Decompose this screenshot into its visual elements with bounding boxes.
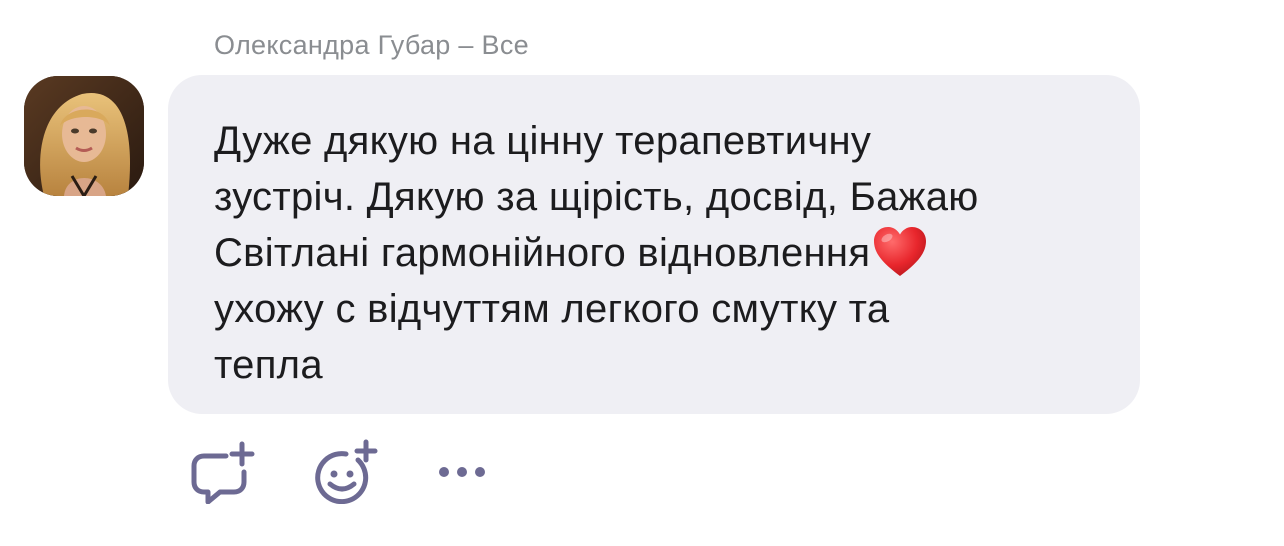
message-line: зустріч. Дякую за щірість, досвід, Бажаю — [214, 175, 979, 219]
avatar[interactable] — [24, 76, 144, 196]
smile-plus-icon — [315, 439, 378, 504]
message-line: Світлані гармонійного відновлення — [214, 231, 871, 275]
avatar-photo — [24, 76, 144, 196]
message-line-with-emoji: Світлані гармонійного відновлення — [214, 225, 1124, 281]
message-bubble[interactable]: Дуже дякую на цінну терапевтичну зустріч… — [168, 75, 1140, 414]
more-button[interactable] — [436, 462, 488, 482]
comment-plus-icon — [191, 441, 255, 504]
react-button[interactable] — [312, 438, 382, 504]
red-heart-emoji-icon — [874, 227, 927, 276]
more-horizontal-icon — [439, 467, 485, 477]
message-text: Дуже дякую на цінну терапевтичну зустріч… — [214, 113, 1124, 393]
message-line: ухожу с відчуттям легкого смутку та — [214, 287, 890, 331]
reply-button[interactable] — [190, 438, 258, 504]
sender-name[interactable]: Олександра Губар – Все — [214, 30, 529, 61]
message-line: Дуже дякую на цінну терапевтичну — [214, 119, 872, 163]
message-line: тепла — [214, 343, 323, 387]
